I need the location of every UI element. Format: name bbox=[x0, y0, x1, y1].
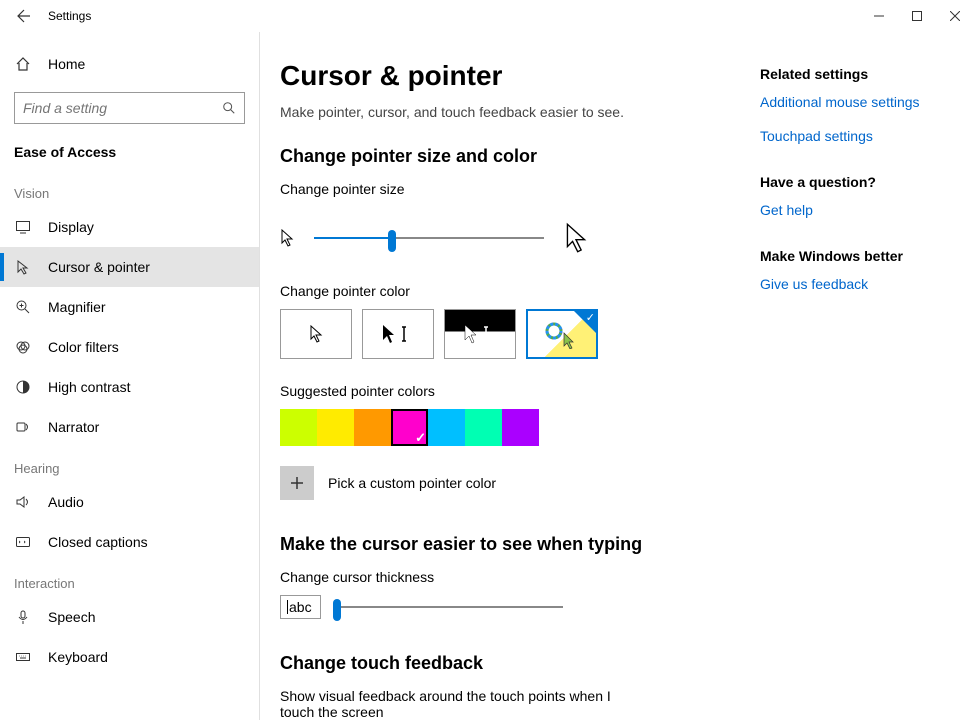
search-input[interactable] bbox=[23, 100, 222, 116]
pick-custom-color-button[interactable] bbox=[280, 466, 314, 500]
page-title: Cursor & pointer bbox=[280, 60, 740, 92]
plus-icon bbox=[290, 476, 304, 490]
close-button[interactable] bbox=[936, 0, 974, 32]
pointer-color-white[interactable] bbox=[280, 309, 352, 359]
pointer-size-label: Change pointer size bbox=[280, 181, 740, 197]
keyboard-icon bbox=[14, 648, 32, 666]
close-icon bbox=[950, 11, 960, 21]
question-heading: Have a question? bbox=[760, 174, 974, 190]
maximize-icon bbox=[912, 11, 922, 21]
minimize-icon bbox=[874, 11, 884, 21]
cursor-icon bbox=[14, 258, 32, 276]
section-size-color-heading: Change pointer size and color bbox=[280, 146, 740, 167]
group-interaction-label: Interaction bbox=[0, 562, 259, 597]
suggested-color-swatches bbox=[280, 409, 740, 446]
sidebar-item-closed-captions[interactable]: Closed captions bbox=[0, 522, 259, 562]
section-typing-heading: Make the cursor easier to see when typin… bbox=[280, 534, 740, 555]
titlebar: Settings bbox=[0, 0, 974, 32]
better-heading: Make Windows better bbox=[760, 248, 974, 264]
color-swatch[interactable] bbox=[465, 409, 502, 446]
sidebar-home-label: Home bbox=[48, 56, 85, 72]
link-get-help[interactable]: Get help bbox=[760, 202, 974, 218]
maximize-button[interactable] bbox=[898, 0, 936, 32]
sidebar: Home Ease of Access Vision Display Curso… bbox=[0, 32, 260, 720]
arrow-left-icon bbox=[16, 8, 32, 24]
sidebar-item-label: Audio bbox=[48, 494, 84, 510]
color-swatch[interactable] bbox=[391, 409, 428, 446]
sidebar-item-narrator[interactable]: Narrator bbox=[0, 407, 259, 447]
sidebar-item-speech[interactable]: Speech bbox=[0, 597, 259, 637]
group-vision-label: Vision bbox=[0, 172, 259, 207]
pointer-size-slider[interactable] bbox=[314, 228, 544, 248]
app-title: Settings bbox=[48, 9, 91, 23]
audio-icon bbox=[14, 493, 32, 511]
sidebar-item-label: Color filters bbox=[48, 339, 119, 355]
sidebar-item-label: Cursor & pointer bbox=[48, 259, 150, 275]
page-subtitle: Make pointer, cursor, and touch feedback… bbox=[280, 104, 740, 120]
captions-icon bbox=[14, 533, 32, 551]
related-settings-heading: Related settings bbox=[760, 66, 974, 82]
back-button[interactable] bbox=[8, 0, 40, 32]
pointer-size-large-preview bbox=[564, 221, 588, 255]
color-swatch[interactable] bbox=[428, 409, 465, 446]
color-swatch[interactable] bbox=[502, 409, 539, 446]
search-box[interactable] bbox=[14, 92, 245, 124]
narrator-icon bbox=[14, 418, 32, 436]
color-filters-icon bbox=[14, 338, 32, 356]
color-swatch[interactable] bbox=[280, 409, 317, 446]
pointer-size-small-preview bbox=[280, 229, 294, 247]
pointer-color-black[interactable] bbox=[362, 309, 434, 359]
link-give-feedback[interactable]: Give us feedback bbox=[760, 276, 974, 292]
minimize-button[interactable] bbox=[860, 0, 898, 32]
group-hearing-label: Hearing bbox=[0, 447, 259, 482]
cursor-thickness-slider[interactable] bbox=[333, 597, 563, 617]
pointer-color-custom[interactable]: ✓ bbox=[526, 309, 598, 359]
magnifier-icon bbox=[14, 298, 32, 316]
link-additional-mouse-settings[interactable]: Additional mouse settings bbox=[760, 94, 974, 110]
section-touch-heading: Change touch feedback bbox=[280, 653, 740, 674]
sidebar-item-high-contrast[interactable]: High contrast bbox=[0, 367, 259, 407]
display-icon bbox=[14, 218, 32, 236]
color-swatch[interactable] bbox=[317, 409, 354, 446]
sidebar-item-label: Keyboard bbox=[48, 649, 108, 665]
sidebar-item-label: High contrast bbox=[48, 379, 130, 395]
touch-feedback-description: Show visual feedback around the touch po… bbox=[280, 688, 640, 720]
speech-icon bbox=[14, 608, 32, 626]
pointer-color-label: Change pointer color bbox=[280, 283, 740, 299]
side-panel: Related settings Additional mouse settin… bbox=[740, 60, 974, 720]
home-icon bbox=[14, 55, 32, 73]
sidebar-item-display[interactable]: Display bbox=[0, 207, 259, 247]
sidebar-item-label: Magnifier bbox=[48, 299, 106, 315]
sidebar-item-color-filters[interactable]: Color filters bbox=[0, 327, 259, 367]
high-contrast-icon bbox=[14, 378, 32, 396]
pointer-color-inverted[interactable] bbox=[444, 309, 516, 359]
pick-custom-color-label: Pick a custom pointer color bbox=[328, 475, 496, 491]
sidebar-item-label: Speech bbox=[48, 609, 95, 625]
sidebar-item-keyboard[interactable]: Keyboard bbox=[0, 637, 259, 677]
color-swatch[interactable] bbox=[354, 409, 391, 446]
sidebar-section-title: Ease of Access bbox=[0, 138, 259, 172]
sidebar-item-magnifier[interactable]: Magnifier bbox=[0, 287, 259, 327]
sidebar-item-audio[interactable]: Audio bbox=[0, 482, 259, 522]
sidebar-item-cursor-pointer[interactable]: Cursor & pointer bbox=[0, 247, 259, 287]
cursor-thickness-label: Change cursor thickness bbox=[280, 569, 740, 585]
cursor-thickness-preview: abc bbox=[280, 595, 321, 619]
suggested-colors-label: Suggested pointer colors bbox=[280, 383, 740, 399]
main-content: Cursor & pointer Make pointer, cursor, a… bbox=[280, 60, 740, 720]
sidebar-item-label: Narrator bbox=[48, 419, 99, 435]
sidebar-home[interactable]: Home bbox=[0, 44, 259, 84]
search-icon bbox=[222, 101, 236, 115]
sidebar-item-label: Display bbox=[48, 219, 94, 235]
link-touchpad-settings[interactable]: Touchpad settings bbox=[760, 128, 974, 144]
sidebar-item-label: Closed captions bbox=[48, 534, 148, 550]
